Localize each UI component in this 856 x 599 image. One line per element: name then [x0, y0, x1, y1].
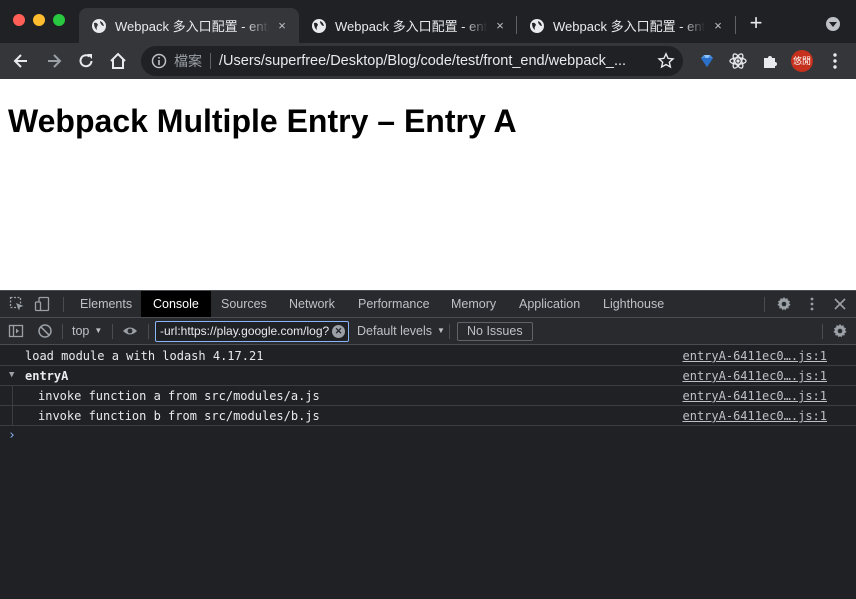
- chevron-down-icon: ▼: [94, 326, 103, 335]
- reload-icon[interactable]: [76, 51, 96, 71]
- sidebar-toggle-icon[interactable]: [8, 323, 24, 339]
- console-filter-input[interactable]: -url:https://play.google.com/log?: [155, 321, 349, 342]
- console-message: invoke function a from src/modules/a.js …: [0, 386, 856, 406]
- back-icon[interactable]: [11, 51, 31, 71]
- page-content: Webpack Multiple Entry – Entry A: [0, 79, 856, 290]
- page-heading: Webpack Multiple Entry – Entry A: [8, 103, 517, 139]
- tab-strip: Webpack 多入口配置 - entry × Webpack 多入口配置 - …: [0, 0, 856, 43]
- message-source-link[interactable]: entryA-6411ec0….js:1: [683, 409, 828, 423]
- new-tab-button[interactable]: +: [746, 12, 766, 34]
- message-text: load module a with lodash 4.17.21: [25, 349, 264, 363]
- tab-title: Webpack 多入口配置 - entry: [115, 19, 269, 34]
- toolbar-divider: [62, 324, 63, 339]
- browser-tab-2[interactable]: Webpack 多入口配置 - entry ×: [299, 8, 517, 43]
- console-message: load module a with lodash 4.17.21 entryA…: [0, 346, 856, 366]
- console-messages: load module a with lodash 4.17.21 entryA…: [0, 346, 856, 446]
- close-tab-icon[interactable]: ×: [275, 18, 289, 33]
- issues-button[interactable]: No Issues: [457, 322, 533, 341]
- extensions-puzzle-icon[interactable]: [760, 51, 780, 71]
- context-selector[interactable]: top ▼: [72, 324, 102, 338]
- tab-elements[interactable]: Elements: [68, 291, 144, 317]
- zoom-window-button[interactable]: [53, 14, 65, 26]
- globe-icon: [92, 18, 106, 33]
- close-tab-icon[interactable]: ×: [711, 18, 725, 33]
- close-devtools-icon[interactable]: [832, 296, 848, 312]
- browser-toolbar: 檔案 /Users/superfree/Desktop/Blog/code/te…: [0, 43, 856, 79]
- react-devtools-icon[interactable]: [728, 51, 748, 71]
- devtools-panel: Elements Console Sources Network Perform…: [0, 290, 856, 599]
- home-icon[interactable]: [108, 51, 128, 71]
- more-menu-icon[interactable]: [825, 51, 845, 71]
- minimize-window-button[interactable]: [33, 14, 45, 26]
- browser-tab-3[interactable]: Webpack 多入口配置 - entry ×: [517, 8, 735, 43]
- console-message: invoke function b from src/modules/b.js …: [0, 406, 856, 426]
- inspect-element-icon[interactable]: [9, 296, 25, 312]
- tab-divider: [735, 16, 736, 34]
- expand-triangle-icon[interactable]: ▼: [9, 370, 14, 380]
- message-text: invoke function a from src/modules/a.js: [38, 389, 320, 403]
- close-window-button[interactable]: [13, 14, 25, 26]
- address-bar[interactable]: 檔案 /Users/superfree/Desktop/Blog/code/te…: [141, 46, 683, 76]
- log-levels-label: Default levels: [357, 324, 433, 338]
- message-source-link[interactable]: entryA-6411ec0….js:1: [683, 369, 828, 383]
- console-toolbar: top ▼ -url:https://play.google.com/log? ✕…: [0, 318, 856, 345]
- omnibox-divider: [210, 53, 211, 69]
- toolbar-divider: [63, 297, 64, 312]
- tab-memory[interactable]: Memory: [439, 291, 508, 317]
- tab-sources[interactable]: Sources: [209, 291, 279, 317]
- group-title: entryA: [25, 369, 69, 383]
- clear-console-icon[interactable]: [37, 323, 53, 339]
- tab-lighthouse[interactable]: Lighthouse: [591, 291, 676, 317]
- toolbar-divider: [449, 324, 450, 339]
- toolbar-divider: [822, 324, 823, 339]
- device-toolbar-icon[interactable]: [34, 296, 50, 312]
- chevron-down-icon: ▼: [437, 326, 445, 335]
- tab-search-icon[interactable]: [826, 17, 840, 31]
- bookmark-star-icon[interactable]: [657, 52, 675, 70]
- settings-gear-icon[interactable]: [776, 296, 792, 312]
- url-text[interactable]: /Users/superfree/Desktop/Blog/code/test/…: [219, 53, 651, 69]
- tab-title: Webpack 多入口配置 - entry: [553, 19, 705, 34]
- devtools-tab-bar: Elements Console Sources Network Perform…: [0, 291, 856, 318]
- tab-network[interactable]: Network: [277, 291, 347, 317]
- message-source-link[interactable]: entryA-6411ec0….js:1: [683, 349, 828, 363]
- tab-title: Webpack 多入口配置 - entry: [335, 19, 487, 34]
- clear-filter-icon[interactable]: ✕: [332, 325, 345, 338]
- message-source-link[interactable]: entryA-6411ec0….js:1: [683, 389, 828, 403]
- security-label: 檔案: [174, 53, 202, 69]
- browser-tab-1[interactable]: Webpack 多入口配置 - entry ×: [79, 8, 299, 43]
- console-settings-gear-icon[interactable]: [832, 323, 848, 339]
- profile-avatar[interactable]: 悠閒: [791, 50, 813, 72]
- context-value: top: [72, 324, 90, 338]
- message-text: invoke function b from src/modules/b.js: [38, 409, 320, 423]
- toolbar-divider: [148, 324, 149, 339]
- info-icon[interactable]: [151, 53, 167, 69]
- gem-extension-icon[interactable]: [697, 51, 717, 71]
- prompt-chevron-icon: ›: [8, 428, 16, 443]
- console-group-header[interactable]: ▼ entryA entryA-6411ec0….js:1: [0, 366, 856, 386]
- tab-console[interactable]: Console: [141, 291, 211, 317]
- close-tab-icon[interactable]: ×: [493, 18, 507, 33]
- customize-menu-icon[interactable]: [804, 296, 820, 312]
- toolbar-divider: [112, 324, 113, 339]
- forward-icon[interactable]: [44, 51, 64, 71]
- tab-application[interactable]: Application: [507, 291, 592, 317]
- toolbar-divider: [764, 297, 765, 312]
- globe-icon: [530, 18, 544, 33]
- live-expression-eye-icon[interactable]: [122, 323, 138, 339]
- log-levels-dropdown[interactable]: Default levels ▼: [357, 324, 445, 338]
- globe-icon: [312, 18, 326, 33]
- tab-performance[interactable]: Performance: [346, 291, 442, 317]
- console-prompt[interactable]: ›: [0, 426, 856, 446]
